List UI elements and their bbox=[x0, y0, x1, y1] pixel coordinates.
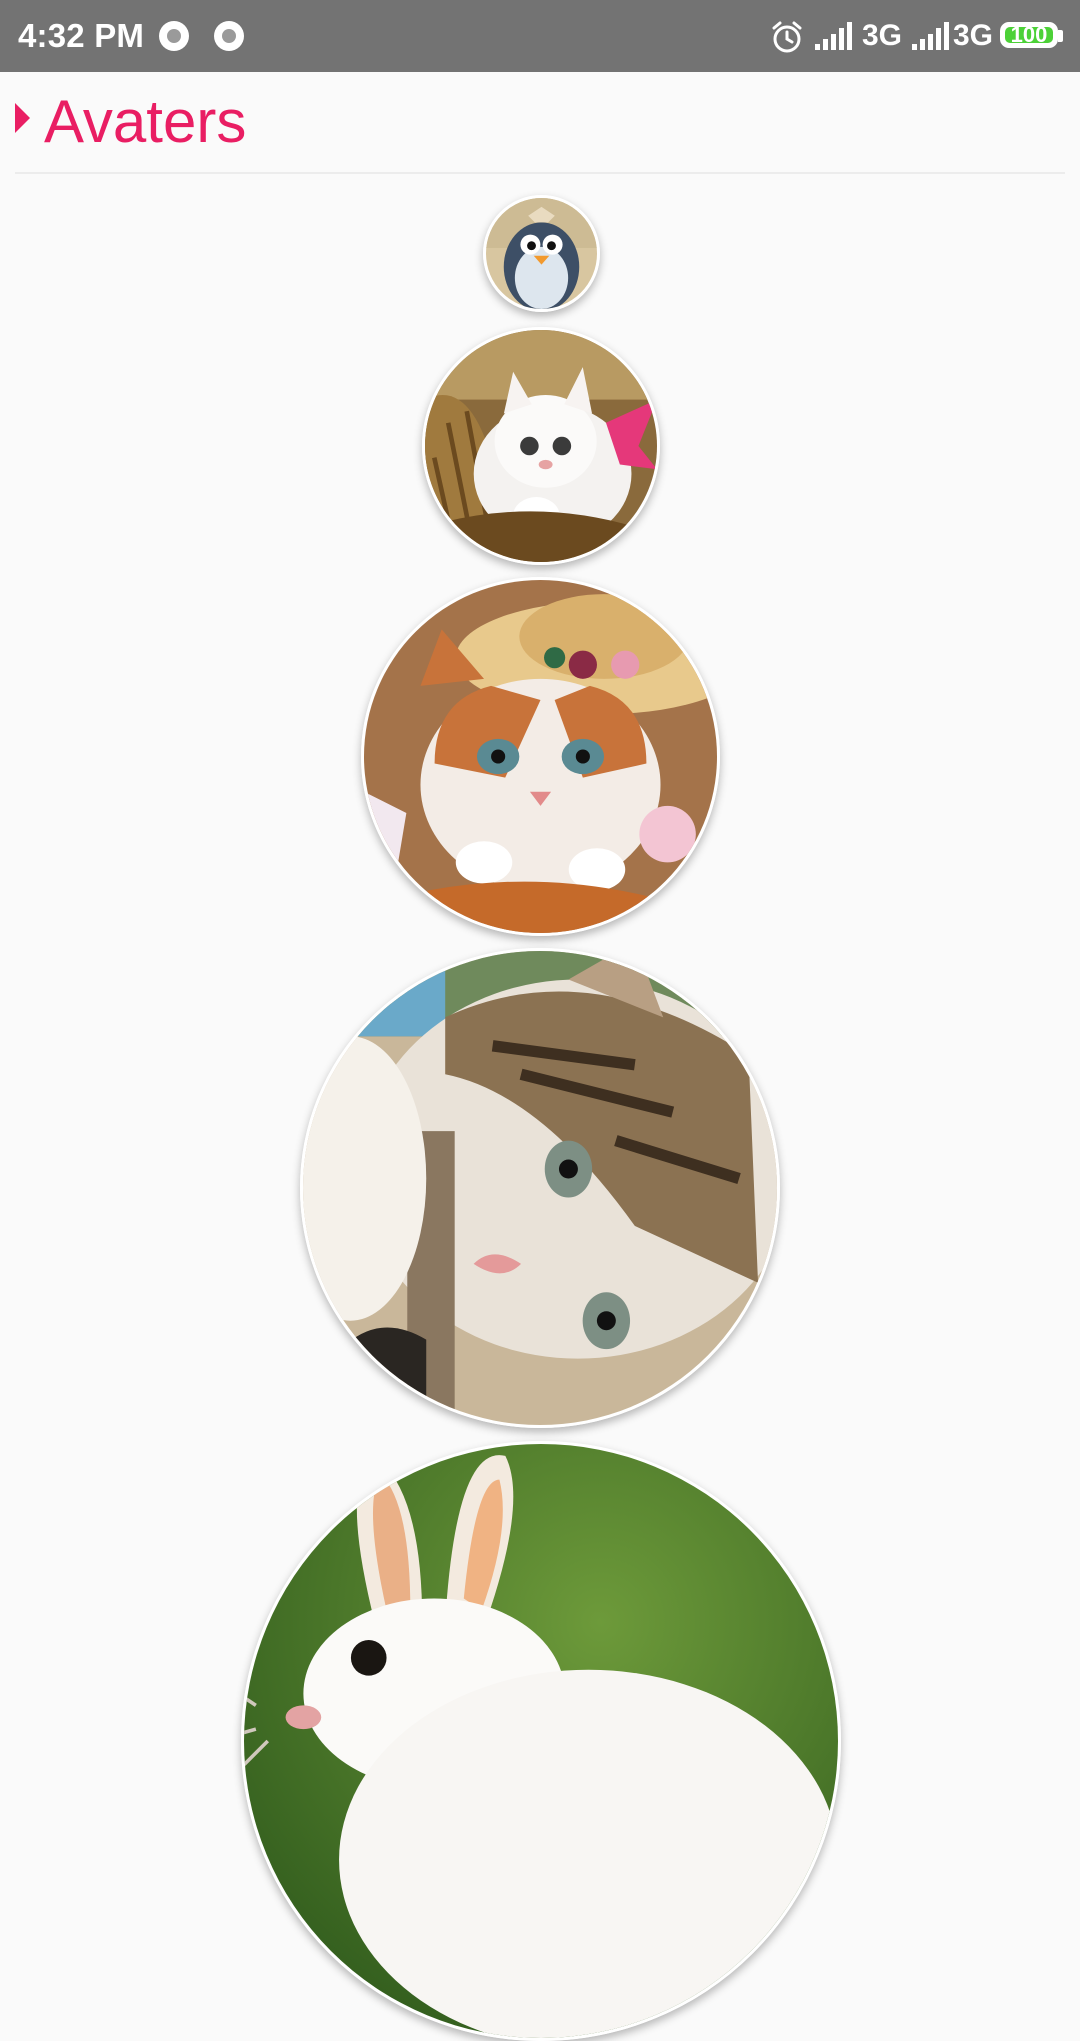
battery-level: 100 bbox=[1005, 24, 1053, 46]
battery-tip bbox=[1058, 30, 1063, 42]
avatar-rabbit[interactable] bbox=[241, 1441, 841, 2041]
alarm-icon bbox=[772, 21, 802, 53]
avatar-penguin[interactable] bbox=[483, 195, 600, 312]
tabby-kitten-avatar bbox=[303, 951, 777, 1425]
status-bar: 4:32 PM 3G 3G 100 bbox=[0, 0, 1080, 72]
notification-dot-icon bbox=[159, 21, 189, 51]
status-time: 4:32 PM bbox=[18, 17, 145, 54]
page-title: Avaters bbox=[44, 88, 247, 155]
kitten-avatar bbox=[425, 330, 657, 562]
signal-icon bbox=[815, 22, 852, 50]
expand-arrow-icon[interactable] bbox=[15, 103, 31, 133]
battery-icon: 100 bbox=[1000, 22, 1058, 48]
rabbit-avatar bbox=[244, 1444, 838, 2038]
avatar-tabby-kitten[interactable] bbox=[300, 948, 780, 1428]
network-type-2: 3G bbox=[953, 19, 994, 52]
avatar-kitten-basket[interactable] bbox=[422, 327, 660, 565]
signal-icon bbox=[912, 22, 949, 50]
avatar-kitten-hat[interactable] bbox=[361, 577, 720, 936]
notification-dot-icon bbox=[214, 21, 244, 51]
kitten-hat-avatar bbox=[364, 580, 717, 933]
network-type-1: 3G bbox=[862, 19, 903, 52]
penguin-avatar bbox=[486, 198, 597, 309]
divider bbox=[15, 172, 1065, 174]
